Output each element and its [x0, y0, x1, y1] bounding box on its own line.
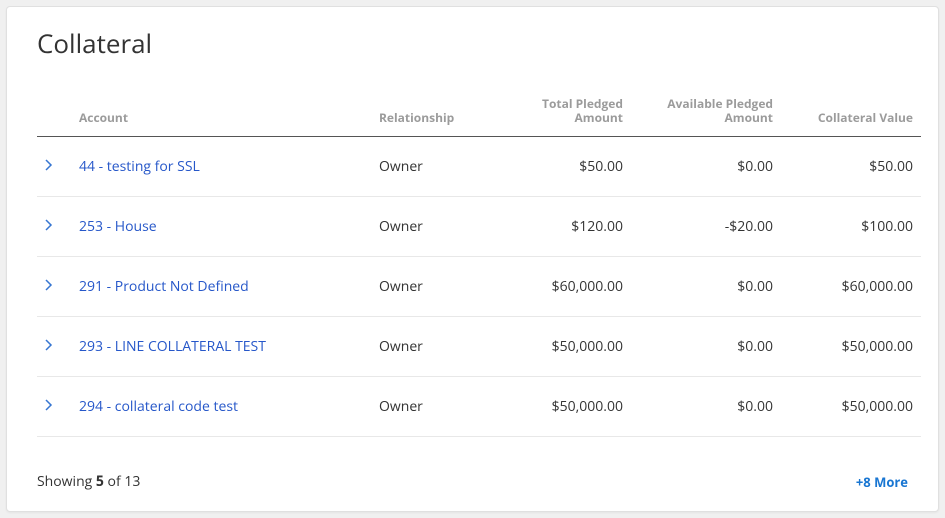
relationship-cell: Owner [371, 136, 501, 196]
collateral-value-cell: $50,000.00 [781, 376, 921, 436]
available-pledged-cell: $0.00 [631, 316, 781, 376]
showing-total: 13 [124, 472, 140, 491]
total-pledged-cell: $50.00 [501, 136, 631, 196]
relationship-cell: Owner [371, 376, 501, 436]
expand-cell [37, 136, 71, 196]
showing-count: Showing 5 of 13 [37, 472, 140, 491]
available-pledged-cell: -$20.00 [631, 196, 781, 256]
collateral-value-cell: $60,000.00 [781, 256, 921, 316]
expand-cell [37, 196, 71, 256]
table-footer: Showing 5 of 13 +8 More [37, 472, 908, 491]
relationship-cell: Owner [371, 256, 501, 316]
account-link[interactable]: 44 - testing for SSL [79, 157, 200, 176]
account-cell: 291 - Product Not Defined [71, 256, 371, 316]
total-pledged-cell: $50,000.00 [501, 316, 631, 376]
more-link[interactable]: +8 More [856, 473, 908, 491]
table-row: 44 - testing for SSLOwner$50.00$0.00$50.… [37, 136, 921, 196]
collateral-value-cell: $50,000.00 [781, 316, 921, 376]
account-link[interactable]: 253 - House [79, 217, 157, 236]
total-pledged-cell: $120.00 [501, 196, 631, 256]
showing-number: 5 [96, 472, 104, 491]
available-pledged-cell: $0.00 [631, 376, 781, 436]
collateral-card: Collateral Account Relationship Total Pl… [6, 6, 939, 512]
col-header-relationship: Relationship [371, 91, 501, 136]
col-header-account: Account [71, 91, 371, 136]
available-pledged-cell: $0.00 [631, 256, 781, 316]
expand-cell [37, 376, 71, 436]
table-row: 293 - LINE COLLATERAL TESTOwner$50,000.0… [37, 316, 921, 376]
collateral-table: Account Relationship Total Pledged Amoun… [37, 91, 921, 437]
available-pledged-cell: $0.00 [631, 136, 781, 196]
col-header-collateral-value: Collateral Value [781, 91, 921, 136]
account-link[interactable]: 293 - LINE COLLATERAL TEST [79, 337, 266, 356]
table-header-row: Account Relationship Total Pledged Amoun… [37, 91, 921, 136]
account-cell: 44 - testing for SSL [71, 136, 371, 196]
chevron-right-icon[interactable] [45, 157, 53, 176]
expand-cell [37, 316, 71, 376]
account-cell: 293 - LINE COLLATERAL TEST [71, 316, 371, 376]
chevron-right-icon[interactable] [45, 217, 53, 236]
chevron-right-icon[interactable] [45, 397, 53, 416]
col-header-available-pledged: Available Pledged Amount [631, 91, 781, 136]
account-cell: 253 - House [71, 196, 371, 256]
relationship-cell: Owner [371, 316, 501, 376]
collateral-value-cell: $100.00 [781, 196, 921, 256]
table-row: 291 - Product Not DefinedOwner$60,000.00… [37, 256, 921, 316]
col-header-expand [37, 91, 71, 136]
showing-prefix: Showing [37, 472, 96, 491]
col-header-total-pledged: Total Pledged Amount [501, 91, 631, 136]
showing-middle: of [104, 472, 124, 491]
table-row: 294 - collateral code testOwner$50,000.0… [37, 376, 921, 436]
chevron-right-icon[interactable] [45, 337, 53, 356]
total-pledged-cell: $60,000.00 [501, 256, 631, 316]
relationship-cell: Owner [371, 196, 501, 256]
collateral-value-cell: $50.00 [781, 136, 921, 196]
table-row: 253 - House Owner$120.00-$20.00$100.00 [37, 196, 921, 256]
account-link[interactable]: 291 - Product Not Defined [79, 277, 249, 296]
account-link[interactable]: 294 - collateral code test [79, 397, 238, 416]
expand-cell [37, 256, 71, 316]
chevron-right-icon[interactable] [45, 277, 53, 296]
total-pledged-cell: $50,000.00 [501, 376, 631, 436]
account-cell: 294 - collateral code test [71, 376, 371, 436]
page-title: Collateral [37, 25, 908, 61]
